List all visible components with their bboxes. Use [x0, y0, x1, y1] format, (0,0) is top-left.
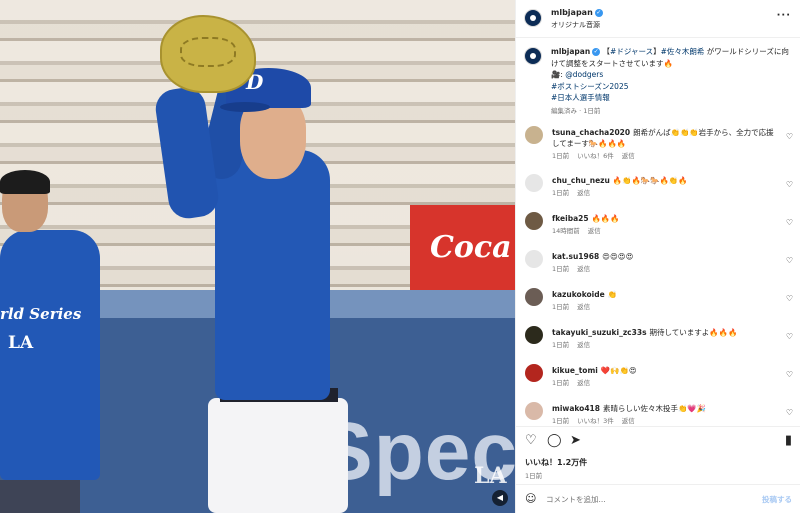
avatar[interactable] — [525, 212, 543, 230]
pitcher: D — [153, 10, 360, 513]
heart-icon[interactable]: ♡ — [786, 132, 793, 141]
heart-icon[interactable]: ♡ — [786, 332, 793, 341]
list-item: takayuki_suzuki_zc33s 期待していますよ🔥🔥🔥 1日前 返信 ♡ — [516, 326, 800, 360]
comment-username[interactable]: tsuna_chacha2020 — [552, 128, 630, 137]
list-item: kazukokoide 👏 1日前 返信 ♡ — [516, 288, 800, 322]
avatar[interactable] — [525, 288, 543, 306]
avatar[interactable] — [525, 326, 543, 344]
hashtag-link[interactable]: #日本人選手情報 — [551, 93, 610, 102]
list-item: kat.su1968 😍😍😍😍 1日前 返信 ♡ — [516, 250, 800, 284]
reply-button[interactable]: 返信 — [577, 379, 590, 387]
list-item: miwako418 素晴らしい佐々木投手👏💗🎉 1日前 いいね！3件 返信 ♡ — [516, 402, 800, 426]
avatar[interactable] — [525, 250, 543, 268]
verified-icon: ✓ — [594, 8, 603, 17]
hashtag-link[interactable]: #ポストシーズン2025 — [551, 82, 629, 91]
shirt-logo: LA — [8, 333, 34, 353]
post-actions: ♡ ◯ ➤ ▮ いいね！1.2万件 1日前 — [516, 426, 800, 484]
list-item: fkeiba25 🔥🔥🔥 14時間前 返信 ♡ — [516, 212, 800, 246]
reply-button[interactable]: 返信 — [588, 227, 601, 235]
avatar[interactable] — [525, 402, 543, 420]
hashtag-link[interactable]: #ドジャース — [610, 47, 653, 56]
caption-meta: 編集済み · 1日前 — [551, 106, 601, 115]
comment-username[interactable]: kikue_tomi — [552, 366, 598, 375]
mention-link[interactable]: @dodgers — [565, 70, 603, 79]
list-item: kikue_tomi ❤️🙌👏😍 1日前 返信 ♡ — [516, 364, 800, 398]
comment-username[interactable]: chu_chu_nezu — [552, 176, 610, 185]
add-comment-bar: ☺ 投稿する — [516, 484, 800, 513]
reply-button[interactable]: 返信 — [577, 189, 590, 197]
share-icon[interactable]: ➤ — [570, 433, 581, 448]
audio-label[interactable]: オリジナル音源 — [551, 20, 600, 30]
heart-icon[interactable]: ♡ — [525, 433, 537, 448]
comment-likes[interactable]: いいね！6件 — [577, 152, 614, 160]
avatar[interactable] — [524, 47, 542, 65]
comment-likes[interactable]: いいね！3件 — [577, 417, 614, 425]
heart-icon[interactable]: ♡ — [786, 294, 793, 303]
heart-icon[interactable]: ♡ — [786, 180, 793, 189]
post-author[interactable]: mlbjapan ✓ — [551, 8, 603, 17]
reply-button[interactable]: 返信 — [622, 152, 635, 160]
emoji-icon[interactable]: ☺ — [525, 492, 536, 505]
comment-input[interactable] — [546, 491, 746, 507]
reply-button[interactable]: 返信 — [577, 265, 590, 273]
verified-icon: ✓ — [592, 48, 601, 56]
reply-button[interactable]: 返信 — [577, 341, 590, 349]
hashtag-link[interactable]: #佐々木朗希 — [661, 47, 705, 56]
avatar[interactable] — [525, 174, 543, 192]
comment-username[interactable]: kazukokoide — [552, 290, 605, 299]
post-view: Coca Spec rld Series LA D LA ◀ mlbjapan … — [0, 0, 800, 513]
more-horizontal-icon[interactable]: ··· — [777, 10, 791, 21]
like-count[interactable]: いいね！1.2万件 — [525, 457, 587, 468]
heart-icon[interactable]: ♡ — [786, 218, 793, 227]
caption-username[interactable]: mlbjapan — [551, 47, 590, 56]
post-button[interactable]: 投稿する — [762, 494, 792, 505]
heart-icon[interactable]: ♡ — [786, 408, 793, 417]
post-sidebar: mlbjapan ✓ オリジナル音源 ··· mlbjapan ✓ 【#ドジャース】… — [515, 0, 800, 513]
coca-cola-sign: Coca — [410, 205, 515, 290]
comment-username[interactable]: fkeiba25 — [552, 214, 589, 223]
comment-username[interactable]: miwako418 — [552, 404, 600, 413]
shirt-lettering: rld Series — [0, 305, 82, 323]
comment-icon[interactable]: ◯ — [547, 433, 562, 448]
baseball-glove — [160, 15, 256, 93]
post-caption: mlbjapan ✓ 【#ドジャース】#佐々木朗希 がワールドシリーズに向けて調整… — [551, 46, 793, 117]
post-date[interactable]: 1日前 — [525, 470, 542, 480]
avatar[interactable] — [525, 364, 543, 382]
heart-icon[interactable]: ♡ — [786, 370, 793, 379]
comment-username[interactable]: takayuki_suzuki_zc33s — [552, 328, 647, 337]
la-watermark: LA — [474, 463, 507, 489]
avatar[interactable] — [524, 9, 542, 27]
list-item: chu_chu_nezu 🔥👏🔥🐎🐎🔥👏🔥 1日前 返信 ♡ — [516, 174, 800, 208]
reply-button[interactable]: 返信 — [622, 417, 635, 425]
background-player: rld Series LA — [0, 170, 100, 513]
reply-button[interactable]: 返信 — [577, 303, 590, 311]
comments-scroll[interactable]: mlbjapan ✓ 【#ドジャース】#佐々木朗希 がワールドシリーズに向けて調整… — [516, 38, 800, 426]
post-media[interactable]: Coca Spec rld Series LA D LA ◀ — [0, 0, 515, 513]
post-header: mlbjapan ✓ オリジナル音源 ··· — [516, 0, 800, 38]
comment-username[interactable]: kat.su1968 — [552, 252, 599, 261]
list-item: tsuna_chacha2020 朗希がんば👏👏👏岩手から、全力で応援してまーす🐎… — [516, 126, 800, 160]
avatar[interactable] — [525, 126, 543, 144]
heart-icon[interactable]: ♡ — [786, 256, 793, 265]
bookmark-icon[interactable]: ▮ — [785, 433, 792, 448]
mute-icon[interactable]: ◀ — [492, 490, 508, 506]
